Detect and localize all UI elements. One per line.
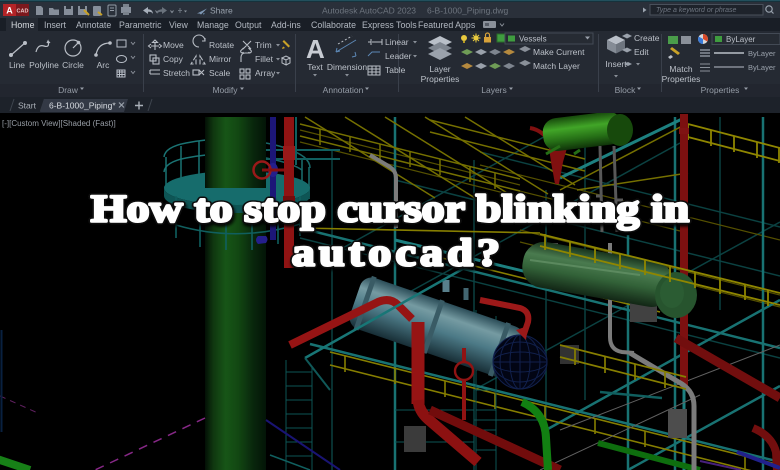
svg-text:Share: Share (210, 6, 233, 16)
svg-text:Match Layer: Match Layer (533, 61, 580, 71)
svg-text:Trim: Trim (255, 40, 272, 50)
svg-text:Move: Move (163, 40, 184, 50)
svg-text:Draw: Draw (58, 85, 79, 95)
svg-text:6-B-1000_Piping.dwg: 6-B-1000_Piping.dwg (427, 6, 509, 16)
svg-text:Arc: Arc (97, 60, 111, 70)
svg-text:Start: Start (18, 101, 37, 111)
svg-text:Layers: Layers (481, 85, 507, 95)
svg-text:Properties: Properties (662, 74, 701, 84)
svg-text:Annotate: Annotate (76, 20, 111, 30)
svg-text:Dimension: Dimension (327, 62, 367, 72)
svg-text:Copy: Copy (163, 54, 184, 64)
svg-text:Manage: Manage (197, 20, 229, 30)
svg-text:Featured Apps: Featured Apps (418, 20, 476, 30)
svg-text:Home: Home (11, 20, 35, 30)
svg-text:Make Current: Make Current (533, 47, 585, 57)
svg-text:Insert: Insert (605, 59, 627, 69)
svg-text:A: A (306, 34, 325, 64)
svg-text:Add-ins: Add-ins (271, 20, 301, 30)
svg-text:ByLayer: ByLayer (726, 35, 756, 44)
svg-text:Leader: Leader (385, 51, 412, 61)
svg-text:Type a keyword or phrase: Type a keyword or phrase (656, 7, 737, 14)
svg-text:Vessels: Vessels (519, 35, 547, 44)
svg-text:ByLayer: ByLayer (748, 49, 776, 58)
svg-text:Layer: Layer (429, 64, 450, 74)
svg-text:Create: Create (634, 33, 660, 43)
svg-text:Linear: Linear (385, 37, 409, 47)
svg-text:Parametric: Parametric (119, 20, 162, 30)
svg-text:Autodesk AutoCAD 2023: Autodesk AutoCAD 2023 (322, 6, 416, 16)
svg-text:6-B-1000_Piping*: 6-B-1000_Piping* (49, 101, 116, 111)
svg-text:Circle: Circle (62, 60, 84, 70)
svg-text:A: A (6, 6, 13, 16)
svg-text:Array: Array (255, 68, 276, 78)
svg-text:Annotation: Annotation (323, 85, 364, 95)
svg-text:Fillet: Fillet (255, 54, 274, 64)
svg-text:Collaborate: Collaborate (311, 20, 356, 30)
svg-text:Scale: Scale (209, 68, 231, 78)
svg-text:Match: Match (669, 64, 692, 74)
svg-text:Express Tools: Express Tools (362, 20, 417, 30)
svg-text:Properties: Properties (701, 85, 740, 95)
svg-text:autocad?: autocad? (292, 232, 504, 275)
svg-text:Insert: Insert (44, 20, 67, 30)
svg-text:Modify: Modify (212, 85, 238, 95)
svg-text:CAD: CAD (17, 9, 29, 15)
svg-text:Line: Line (9, 60, 25, 70)
svg-text:Text: Text (307, 62, 323, 72)
svg-text:Stretch: Stretch (163, 68, 190, 78)
svg-text:Edit: Edit (634, 47, 649, 57)
svg-text:Mirror: Mirror (209, 54, 231, 64)
svg-text:Rotate: Rotate (209, 40, 234, 50)
svg-text:Table: Table (385, 65, 406, 75)
svg-text:Properties: Properties (421, 74, 460, 84)
svg-text:ByLayer: ByLayer (748, 63, 776, 72)
svg-text:Block: Block (615, 85, 637, 95)
svg-text:How to stop cursor blinking in: How to stop cursor blinking in (91, 188, 689, 231)
svg-text:View: View (169, 20, 189, 30)
svg-text:Polyline: Polyline (29, 60, 59, 70)
svg-text:Output: Output (235, 20, 262, 30)
